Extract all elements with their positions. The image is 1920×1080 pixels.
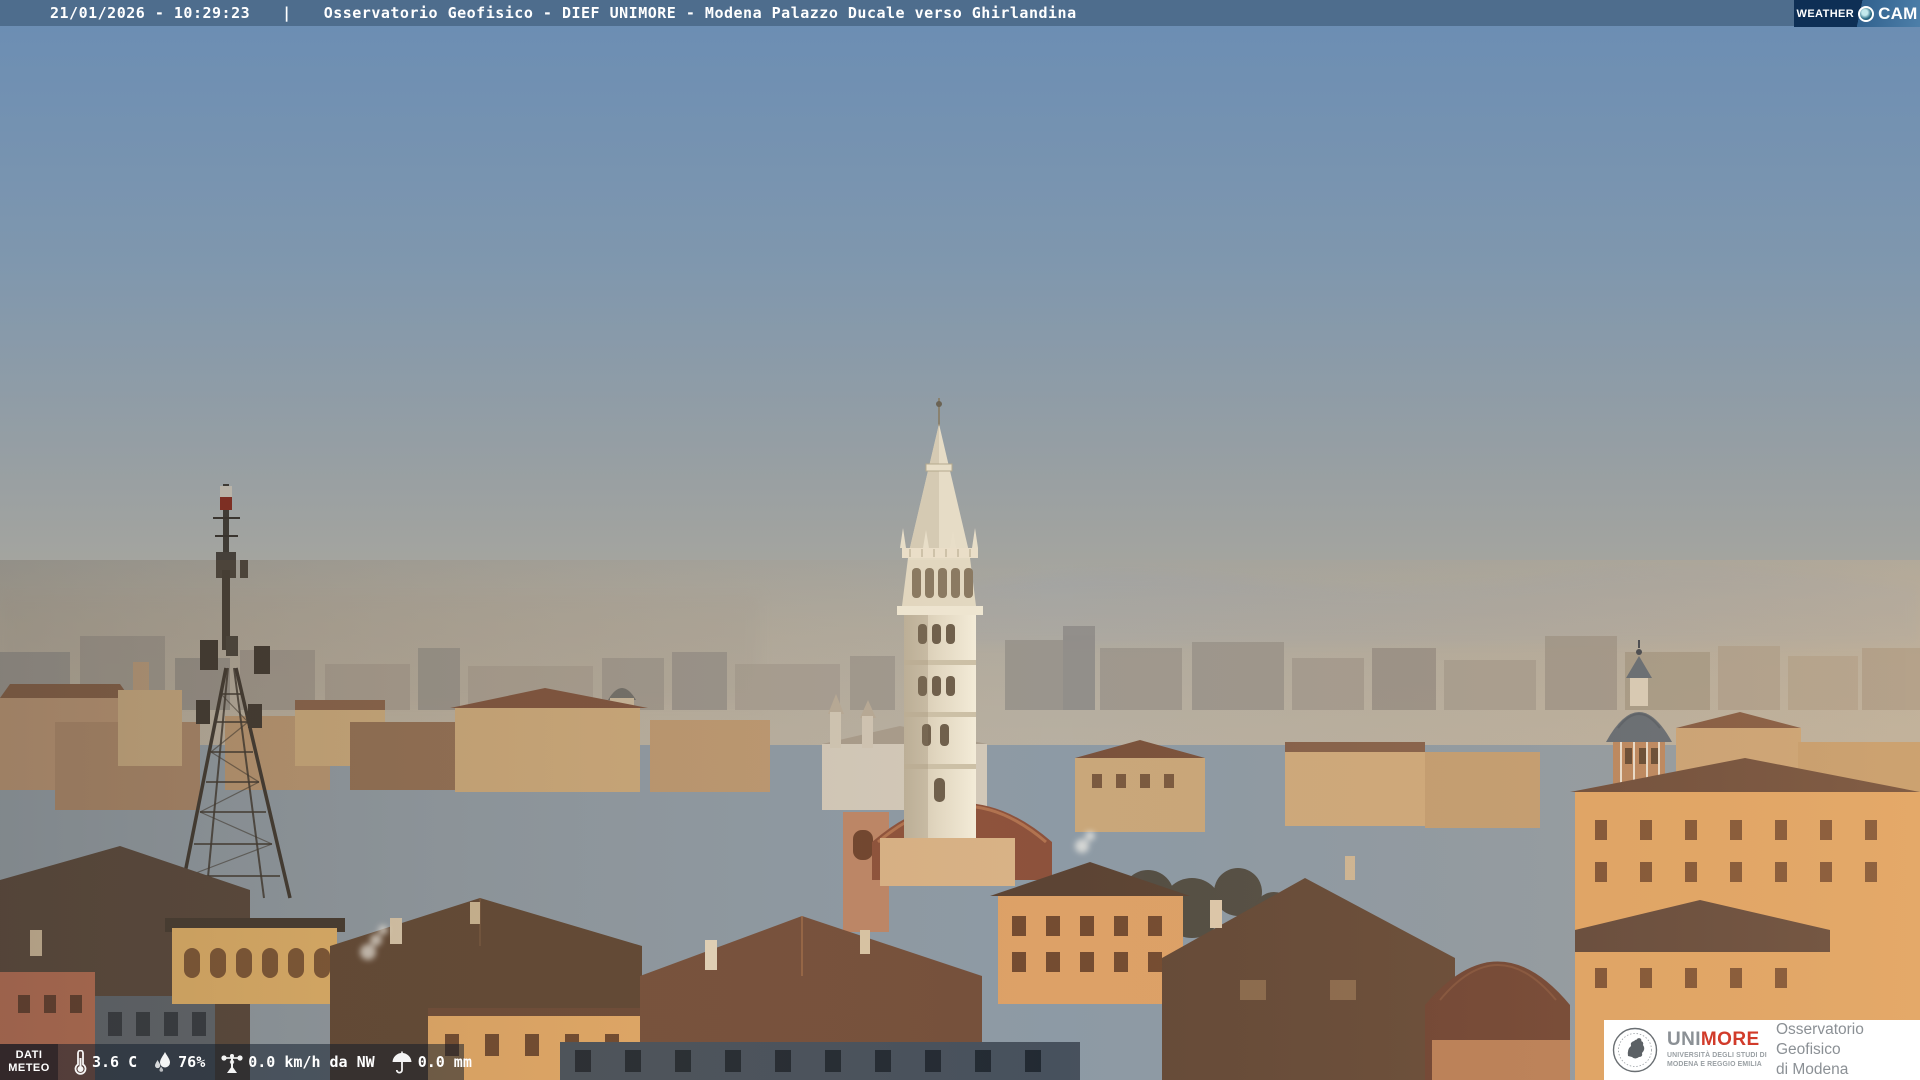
university-name: UNIVERSITÀ DEGLI STUDI DI MODENA E REGGI… [1667, 1052, 1767, 1068]
light-overlay [0, 560, 1920, 1080]
header-bar: 21/01/2026 - 10:29:23 | Osservatorio Geo… [0, 0, 1920, 26]
thermometer-icon [74, 1049, 87, 1075]
precipitation-reading: 0.0 mm [391, 1051, 472, 1074]
unimore-wordmark-block: UNIMORE UNIVERSITÀ DEGLI STUDI DI MODENA… [1667, 1030, 1767, 1069]
unimore-seal-icon [1612, 1027, 1658, 1073]
weather-data-bar: DATI METEO 3.6 C 76% 0.0 km/h da NW 0.0 … [0, 1044, 472, 1080]
humidity-reading: 76% [153, 1051, 205, 1073]
weathercam-cam-text: CAM [1878, 3, 1918, 23]
wind-reading: 0.0 km/h da NW [221, 1051, 375, 1074]
humidity-drops-icon [155, 1052, 171, 1072]
weathercam-lens-icon [1858, 5, 1875, 22]
weather-data-label: DATI METEO [0, 1044, 58, 1080]
weathercam-logo: WEATHER CAM [1794, 0, 1920, 27]
separator: | [282, 4, 292, 22]
timestamp: 21/01/2026 - 10:29:23 [50, 4, 251, 22]
camera-title: Osservatorio Geofisico - DIEF UNIMORE - … [323, 4, 1077, 22]
anemometer-icon [221, 1053, 243, 1073]
webcam-photo [0, 0, 1920, 1080]
unimore-wordmark: UNIMORE [1667, 1029, 1760, 1051]
weathercam-weather-text: WEATHER [1796, 7, 1855, 20]
temperature-reading: 3.6 C [74, 1049, 137, 1075]
observatory-name: Osservatorio Geofisico di Modena [1776, 1020, 1864, 1079]
unimore-logo-box: UNIMORE UNIVERSITÀ DEGLI STUDI DI MODENA… [1604, 1020, 1920, 1080]
umbrella-icon [392, 1051, 412, 1073]
